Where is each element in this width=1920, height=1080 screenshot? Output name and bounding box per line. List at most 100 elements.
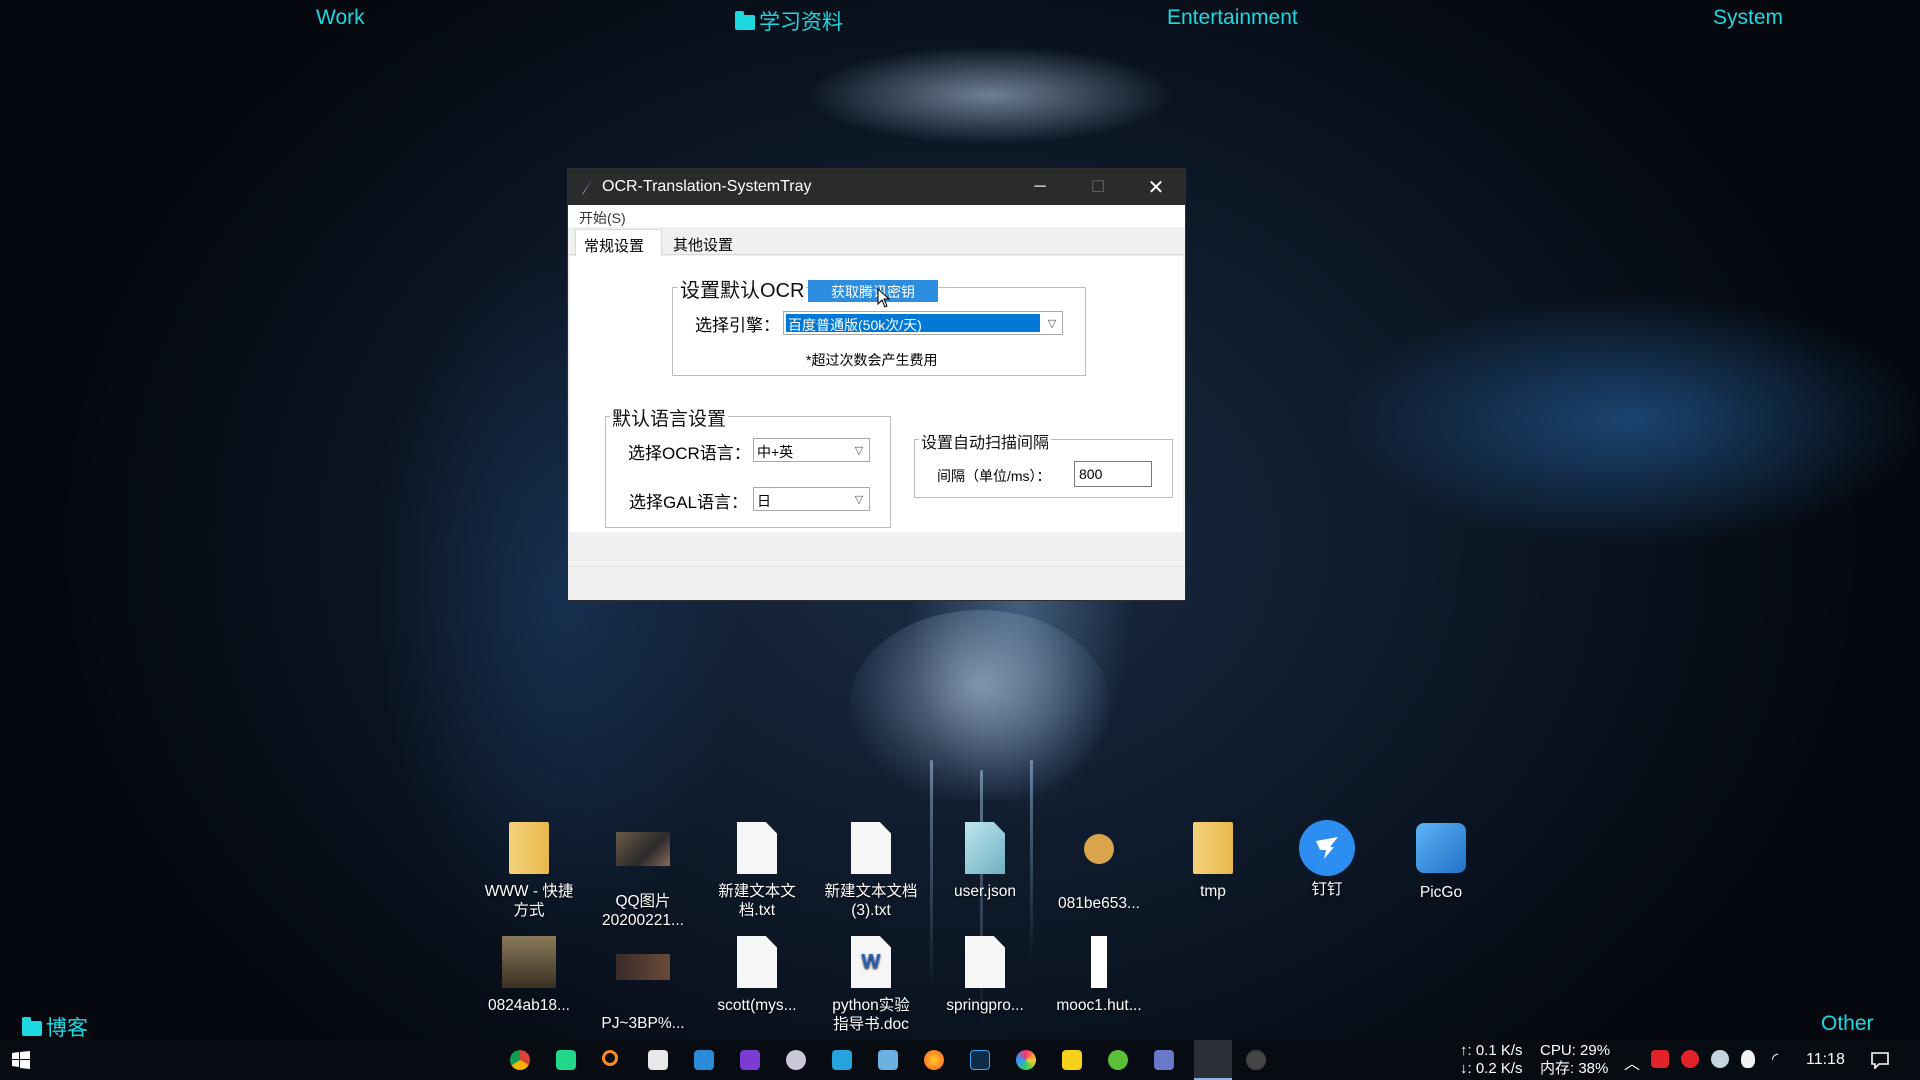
desktop-icon-scott[interactable]: scott(mys... xyxy=(703,934,811,1015)
app-feather-icon xyxy=(582,179,592,195)
ocr-app-taskbar-icon[interactable] xyxy=(1194,1040,1232,1080)
app-icon[interactable] xyxy=(1246,1050,1266,1070)
app-icon[interactable] xyxy=(1154,1050,1174,1070)
desktop-icon-label: WWW - 快捷 方式 xyxy=(484,883,574,919)
chevron-down-icon: ▽ xyxy=(1047,317,1057,330)
engine-select[interactable]: 百度普通版(50k次/天) ▽ xyxy=(783,311,1063,335)
vscode-icon[interactable] xyxy=(694,1050,714,1070)
app-icon[interactable] xyxy=(878,1050,898,1070)
desktop-icon-label: 0824ab18... xyxy=(488,997,570,1014)
qq-icon[interactable] xyxy=(1741,1050,1755,1068)
text-file-icon xyxy=(851,822,891,874)
desktop-folder-study-label: 学习资料 xyxy=(759,11,843,34)
desktop-icon-python-guide[interactable]: W python实验 指导书.doc xyxy=(817,934,925,1034)
get-tencent-key-button[interactable]: 获取腾讯密钥 xyxy=(808,280,938,302)
word-file-icon: W xyxy=(851,936,891,988)
notes-icon[interactable] xyxy=(648,1050,668,1070)
ocr-translation-window: OCR-Translation-SystemTray ─ ☐ ✕ 开始(S) 常… xyxy=(567,168,1186,601)
sticky-notes-icon[interactable] xyxy=(1062,1050,1082,1070)
desktop-label-system[interactable]: System xyxy=(1713,6,1783,30)
desktop-icon-mooc1[interactable]: mooc1.hut... xyxy=(1045,934,1153,1015)
desktop-icon-label: mooc1.hut... xyxy=(1056,997,1142,1014)
desktop-icon-new-text-doc[interactable]: 新建文本文 档.txt xyxy=(703,820,811,920)
text-file-icon xyxy=(737,936,777,988)
desktop-icon-label: tmp xyxy=(1200,883,1226,900)
app-icon[interactable] xyxy=(786,1050,806,1070)
window-title: OCR-Translation-SystemTray xyxy=(602,178,812,195)
desktop-label-entertainment[interactable]: Entertainment xyxy=(1167,6,1298,30)
desktop-icon-label: user.json xyxy=(953,883,1017,900)
ocr-language-select[interactable]: 中+英 ▽ xyxy=(753,438,870,462)
gal-language-select[interactable]: 日 ▽ xyxy=(753,487,870,511)
desktop-icon-081be653[interactable]: 081be653... xyxy=(1045,820,1153,913)
desktop-icon-label: QQ图片 20200221... xyxy=(602,893,684,929)
app-icon[interactable] xyxy=(832,1050,852,1070)
desktop-label-other[interactable]: Other xyxy=(1821,1012,1874,1036)
pycharm-icon[interactable] xyxy=(556,1050,576,1070)
vivaldi-icon[interactable] xyxy=(1651,1050,1669,1068)
desktop-icon-user-json[interactable]: user.json xyxy=(931,820,1039,901)
search-tool-icon[interactable] xyxy=(602,1050,618,1066)
network-upload-speed: ↑: 0.1 K/s xyxy=(1460,1042,1523,1059)
windows-start-icon[interactable] xyxy=(12,1051,30,1069)
desktop-icon-new-text-doc-3[interactable]: 新建文本文档 (3).txt xyxy=(817,820,925,920)
menu-start[interactable]: 开始(S) xyxy=(579,210,626,226)
chevron-up-icon[interactable]: ︿ xyxy=(1624,1050,1640,1074)
image-icon xyxy=(1084,834,1114,864)
steam-icon[interactable] xyxy=(1711,1050,1729,1068)
desktop-icon-label: springpro... xyxy=(946,997,1024,1014)
gal-language-value: 日 xyxy=(757,493,771,509)
desktop-folder-blog-label: 博客 xyxy=(46,1017,88,1040)
interval-label: 间隔（单位/ms）： xyxy=(937,468,1051,484)
ocr-language-label: 选择OCR语言： xyxy=(628,444,751,463)
chrome-icon[interactable] xyxy=(510,1050,530,1070)
ocr-group-title: 设置默认OCR xyxy=(678,274,807,303)
desktop-icon-label: scott(mys... xyxy=(717,997,797,1014)
clock-time[interactable]: 11:18 xyxy=(1806,1051,1845,1069)
chevron-down-icon: ▽ xyxy=(854,493,864,506)
image-icon xyxy=(502,936,556,988)
desktop-folder-study[interactable]: 学习资料 xyxy=(735,6,843,36)
desktop-icon-www-shortcut[interactable]: WWW - 快捷 方式 xyxy=(475,820,583,920)
desktop-icon-label: python实验 指导书.doc xyxy=(832,997,910,1033)
app-icon[interactable] xyxy=(1016,1050,1036,1070)
desktop-icon-picgo[interactable]: PicGo xyxy=(1387,820,1495,902)
close-button[interactable]: ✕ xyxy=(1127,169,1185,205)
jetbrains-icon[interactable] xyxy=(740,1050,760,1070)
tab-other-settings[interactable]: 其他设置 xyxy=(665,229,747,255)
minimize-button[interactable]: ─ xyxy=(1011,169,1069,205)
interval-input[interactable]: 800 xyxy=(1074,461,1152,487)
folder-icon xyxy=(735,11,755,30)
cost-note: *超过次数会产生费用 xyxy=(806,352,938,368)
desktop-icon-pj-3bp[interactable]: PJ~3BP%... xyxy=(589,934,697,1033)
file-icon xyxy=(1091,936,1107,988)
app-icon[interactable] xyxy=(1108,1050,1128,1070)
mouse-cursor-icon xyxy=(877,288,891,308)
desktop-icon-0824ab18[interactable]: 0824ab18... xyxy=(475,934,583,1015)
desktop-icon-tmp[interactable]: tmp xyxy=(1159,820,1267,901)
desktop-icon-label: 钉钉 xyxy=(1311,881,1343,898)
cpu-usage: CPU: 29% xyxy=(1540,1042,1611,1059)
desktop-icon-qq-image[interactable]: QQ图片 20200221... xyxy=(589,820,697,930)
wifi-icon[interactable]: ◜ xyxy=(1772,1049,1778,1068)
desktop-folder-blog[interactable]: 博客 xyxy=(22,1012,88,1042)
network-download-speed: ↓: 0.2 K/s xyxy=(1460,1060,1523,1077)
firefox-icon[interactable] xyxy=(924,1050,944,1070)
word-letter: W xyxy=(861,950,881,973)
json-file-icon xyxy=(965,822,1005,874)
desktop-icon-dingtalk[interactable]: 钉钉 xyxy=(1273,820,1381,899)
maximize-button[interactable]: ☐ xyxy=(1069,169,1127,205)
photoshop-icon[interactable] xyxy=(970,1050,990,1070)
desktop-icon-springpro[interactable]: springpro... xyxy=(931,934,1039,1015)
tab-general-settings[interactable]: 常规设置 xyxy=(575,229,662,256)
desktop-icon-label: PicGo xyxy=(1419,884,1463,901)
scan-group-title: 设置自动扫描间隔 xyxy=(919,429,1052,453)
image-icon xyxy=(616,954,670,980)
taskbar: ↑: 0.1 K/s ↓: 0.2 K/s CPU: 29% 内存: 38% ︿… xyxy=(0,1040,1920,1080)
notification-icon[interactable] xyxy=(1871,1051,1889,1069)
netease-music-icon[interactable] xyxy=(1681,1050,1699,1068)
desktop-label-work[interactable]: Work xyxy=(316,6,365,30)
window-titlebar[interactable]: OCR-Translation-SystemTray ─ ☐ ✕ xyxy=(568,169,1185,205)
menubar: 开始(S) xyxy=(568,205,1185,227)
gal-language-label: 选择GAL语言： xyxy=(629,493,749,512)
